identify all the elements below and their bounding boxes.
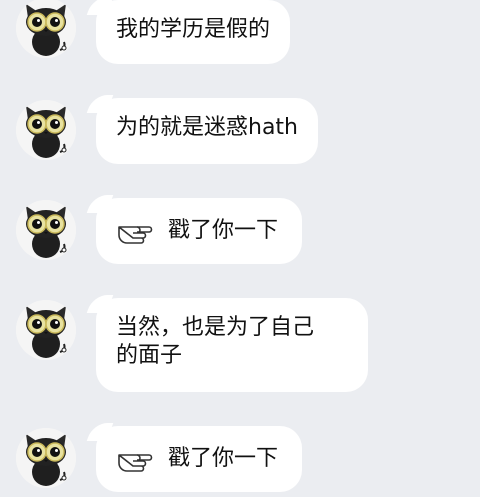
poke-bubble[interactable]: 戳了你一下 — [96, 198, 302, 264]
poke-text: 戳了你一下 — [168, 446, 279, 471]
cat-avatar-icon — [16, 0, 76, 58]
message-bubble[interactable]: 当然，也是为了自己 的面子 — [96, 298, 368, 392]
message-bubble[interactable]: 为的就是迷惑hath — [96, 98, 318, 164]
message-text: 我的学历是假的 — [116, 17, 271, 42]
poke-bubble[interactable]: 戳了你一下 — [96, 426, 302, 492]
cat-avatar-icon — [16, 100, 76, 160]
message-text: 为的就是迷惑hath — [116, 115, 298, 140]
avatar[interactable] — [16, 0, 76, 58]
avatar[interactable] — [16, 200, 76, 260]
poke-hand-icon — [116, 446, 154, 472]
message-text-line: 的面子 — [116, 343, 183, 368]
avatar[interactable] — [16, 300, 76, 360]
avatar[interactable] — [16, 100, 76, 160]
poke-hand-icon — [116, 218, 154, 244]
poke-text: 戳了你一下 — [168, 218, 279, 243]
cat-avatar-icon — [16, 300, 76, 360]
message-bubble[interactable]: 我的学历是假的 — [96, 0, 291, 64]
cat-avatar-icon — [16, 428, 76, 488]
cat-avatar-icon — [16, 200, 76, 260]
avatar[interactable] — [16, 428, 76, 488]
message-text-line: 当然，也是为了自己 — [116, 315, 315, 340]
